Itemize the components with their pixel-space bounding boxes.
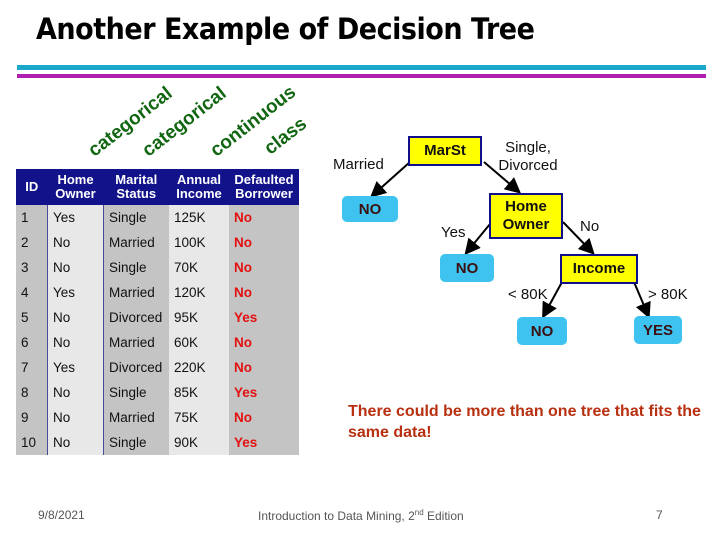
tree-node-marst: MarSt	[408, 136, 482, 166]
edge-label-income-high: > 80K	[648, 286, 688, 303]
edge-label-income-low: < 80K	[508, 286, 548, 303]
edge-label-no: No	[580, 218, 600, 235]
footer-date: 9/8/2021	[38, 508, 85, 522]
footer-page-number: 7	[656, 508, 663, 522]
tree-node-income: Income	[560, 254, 638, 284]
tree-leaf-home-yes-no: NO	[440, 254, 494, 282]
footer-course-prefix: Introduction to Data Mining, 2	[258, 509, 415, 523]
node-label-line: Home	[505, 198, 547, 215]
edge-label-yes: Yes	[441, 224, 466, 241]
tree-leaf-married-no: NO	[342, 196, 398, 222]
footer-course: Introduction to Data Mining, 2nd Edition	[258, 508, 464, 523]
edge-label-single-divorced: Single, Divorced	[488, 139, 568, 175]
footer-course-sup: nd	[414, 508, 424, 517]
edge-label-married: Married	[333, 156, 384, 173]
tree-node-home-owner: Home Owner	[489, 193, 563, 239]
edge-income-high	[633, 281, 651, 319]
edge-home-yes	[464, 223, 491, 256]
footer-course-suffix: Edition	[423, 509, 464, 523]
tree-leaf-income-low-no: NO	[517, 317, 567, 345]
edge-label-line: Divorced	[498, 157, 558, 174]
node-label-line: Owner	[502, 216, 550, 233]
tree-leaf-income-high-yes: YES	[634, 316, 682, 344]
note-text: There could be more than one tree that f…	[348, 403, 701, 441]
edge-label-line: Single,	[505, 139, 551, 156]
